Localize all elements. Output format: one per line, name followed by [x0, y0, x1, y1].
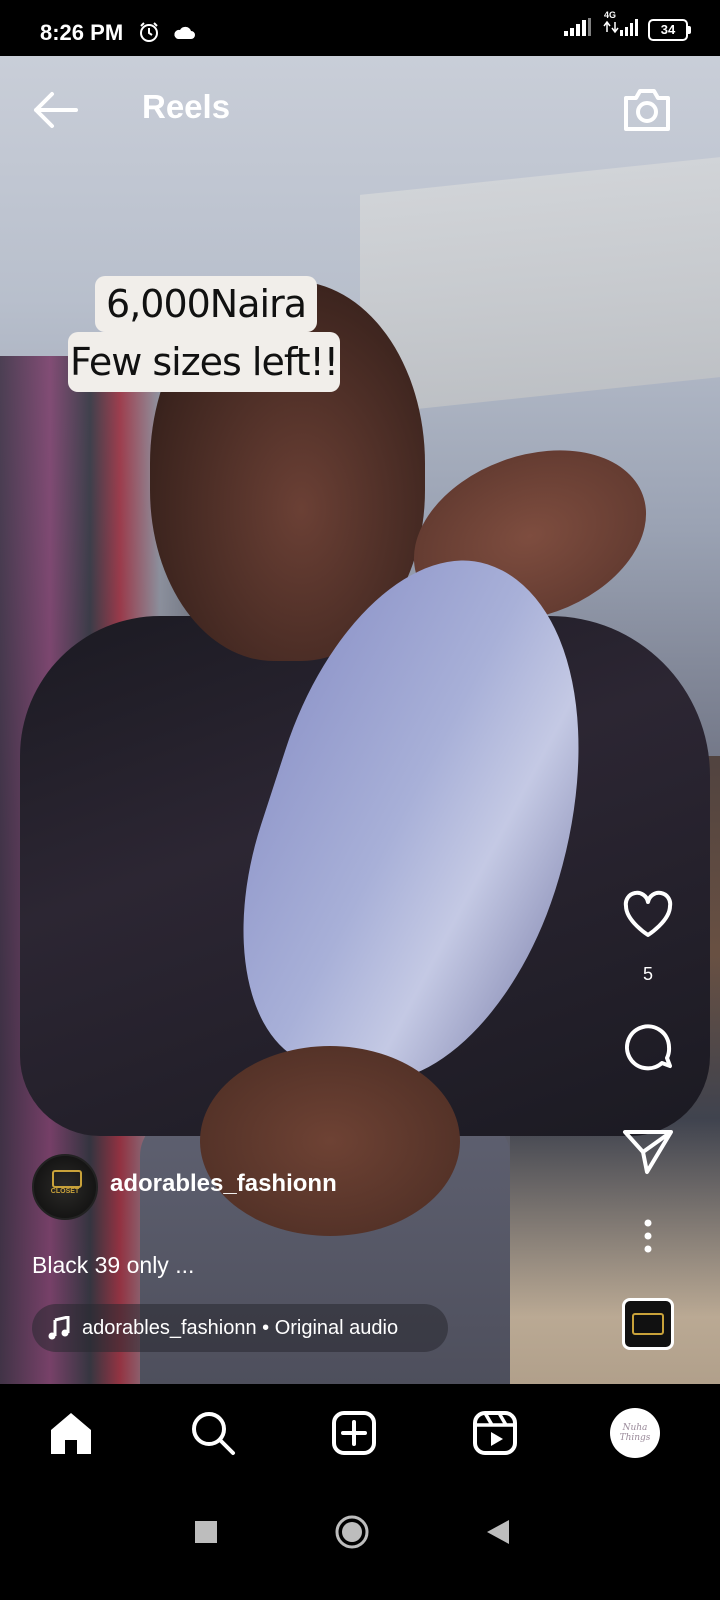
- share-button[interactable]: [620, 1126, 676, 1176]
- person-hand-lower: [200, 1046, 460, 1236]
- profile-avatar-text: Nuha Things: [619, 1423, 651, 1443]
- recents-button[interactable]: [184, 1510, 228, 1554]
- video-background: [360, 157, 720, 415]
- cloud-icon: [172, 24, 196, 45]
- bottom-nav: Nuha Things: [0, 1384, 720, 1480]
- music-note-icon: [48, 1316, 70, 1340]
- battery-level: 34: [660, 22, 676, 37]
- avatar-logo: [52, 1170, 82, 1188]
- status-bar: 8:26 PM 4G 34: [0, 0, 720, 56]
- signal-4g-icon: 4G: [602, 10, 638, 41]
- nav-create[interactable]: [329, 1408, 379, 1458]
- send-icon: [623, 1130, 673, 1174]
- like-button[interactable]: [620, 890, 676, 940]
- nav-reels[interactable]: [470, 1408, 520, 1458]
- reels-icon: [473, 1411, 517, 1455]
- audio-label: adorables_fashionn • Original audio: [82, 1316, 399, 1339]
- square-icon: [195, 1521, 217, 1543]
- page-title: Reels: [142, 88, 231, 125]
- audio-pill[interactable]: adorables_fashionn • Original audio: [32, 1304, 448, 1352]
- more-button[interactable]: [620, 1218, 676, 1254]
- audio-thumbnail[interactable]: [622, 1298, 674, 1350]
- nav-profile[interactable]: Nuha Things: [610, 1408, 660, 1458]
- home-icon: [51, 1413, 91, 1454]
- sizes-sticker: Few sizes left!!: [68, 332, 340, 392]
- like-count: 5: [642, 964, 653, 984]
- username[interactable]: adorables_fashionn: [110, 1170, 337, 1198]
- nav-search[interactable]: [188, 1408, 238, 1458]
- more-icon: [644, 1219, 652, 1253]
- create-icon: [332, 1411, 376, 1455]
- avatar-text: CLOSET: [50, 1188, 80, 1195]
- caption[interactable]: Black 39 only ...: [32, 1252, 194, 1279]
- search-icon: [192, 1412, 235, 1455]
- battery-icon: 34: [648, 18, 691, 41]
- avatar[interactable]: CLOSET: [32, 1154, 98, 1220]
- nav-home[interactable]: [46, 1408, 96, 1458]
- reel-video[interactable]: [0, 56, 720, 1408]
- camera-button[interactable]: [620, 84, 674, 134]
- system-nav: [0, 1480, 720, 1600]
- camera-icon: [624, 89, 670, 131]
- alarm-icon: [138, 21, 160, 48]
- home-button[interactable]: [330, 1510, 374, 1554]
- comment-button[interactable]: [620, 1020, 676, 1074]
- audio-logo: [632, 1313, 664, 1335]
- back-system-button[interactable]: [476, 1510, 520, 1554]
- circle-icon: [335, 1515, 369, 1549]
- network-label: 4G: [604, 10, 617, 20]
- price-sticker: 6,000Naira: [95, 276, 317, 332]
- status-right: 4G 34: [564, 10, 691, 41]
- signal-icon: [564, 18, 592, 41]
- triangle-back-icon: [487, 1520, 509, 1544]
- profile-avatar: Nuha Things: [610, 1408, 660, 1458]
- heart-icon: [623, 890, 673, 937]
- back-button[interactable]: [30, 88, 80, 132]
- comment-icon: [625, 1024, 672, 1071]
- status-time: 8:26 PM: [40, 20, 124, 45]
